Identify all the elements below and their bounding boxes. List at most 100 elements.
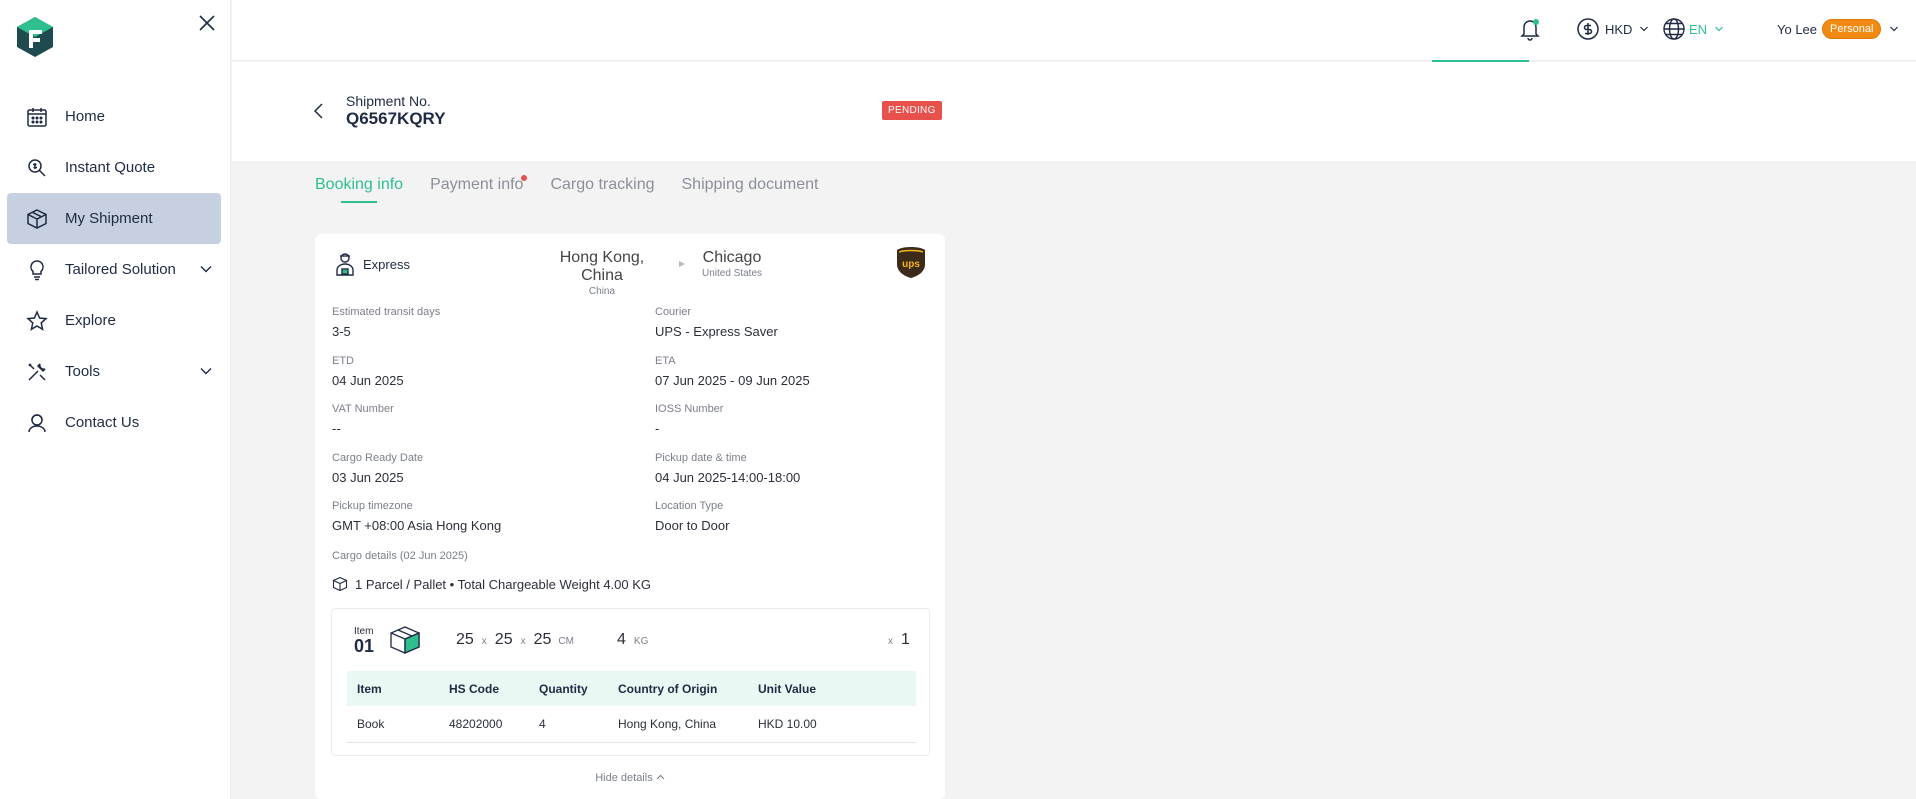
lightbulb-icon [25,258,49,282]
sidebar-item-my-shipment[interactable]: My Shipment [7,193,221,244]
service-label: Express [363,256,410,272]
chevron-down-icon[interactable] [199,262,213,276]
field-label: ETA [655,355,676,367]
quantity-multiplier: x [888,636,893,647]
cargo-summary: 1 Parcel / Pallet • Total Chargeable Wei… [332,576,651,592]
dollar-icon [1576,17,1600,41]
column-header: Quantity [529,671,608,706]
origin: Hong Kong, China China [537,249,667,297]
item-weight: 4 KG [617,631,648,649]
user-name: Yo Lee [1777,21,1818,37]
tab-payment-info[interactable]: Payment info [430,175,528,204]
sidebar-item-label: Tools [65,363,101,380]
field-value: Door to Door [655,518,730,533]
tab-cargo-tracking[interactable]: Cargo tracking [550,176,654,204]
dimension-separator: x [481,636,487,647]
tab-label: Shipping document [681,176,819,193]
field-courier: Courier UPS - Express Saver [655,306,778,339]
chevron-up-icon [656,772,665,784]
field-value: 04 Jun 2025-14:00-18:00 [655,470,801,485]
item-dimensions: 25 x 25 x 25 CM [456,631,574,649]
field-transit-days: Estimated transit days 3-5 [332,306,440,339]
tools-icon [25,360,49,384]
destination-country: United States [701,268,763,279]
shipment-tabs: Booking info Payment info Cargo tracking… [315,175,819,204]
bell-icon[interactable] [1517,16,1543,42]
dimension-separator: x [520,636,526,647]
field-value: - [655,421,660,436]
field-ioss-number: IOSS Number - [655,403,723,436]
field-value: 03 Jun 2025 [332,470,404,485]
sidebar-item-home[interactable]: Home [7,91,221,142]
app-logo[interactable] [16,16,54,58]
item-weight-value: 4 [617,631,626,648]
item-quantity-value: 1 [901,631,910,648]
field-pickup-timezone: Pickup timezone GMT +08:00 Asia Hong Kon… [332,500,501,533]
support-agent-icon [25,411,49,435]
tab-shipping-document[interactable]: Shipping document [682,176,819,204]
top-bar: HKD EN Yo Lee Personal [232,0,1916,61]
hide-details-toggle[interactable]: Hide details [315,772,945,784]
sidebar-item-label: Tailored Solution [65,261,176,278]
table-row: Book 48202000 4 Hong Kong, China HKD 10.… [347,706,916,743]
sidebar-item-tools[interactable]: Tools [7,346,221,397]
column-header: Item [347,671,439,706]
currency-selector[interactable]: HKD [1576,16,1649,42]
field-value: 07 Jun 2025 - 09 Jun 2025 [655,373,810,388]
field-pickup-datetime: Pickup date & time 04 Jun 2025-14:00-18:… [655,452,800,485]
booking-info-card: Express Hong Kong, China China Chicago U… [315,234,945,799]
language-selector[interactable]: EN [1662,16,1724,42]
cargo-details-title: Cargo details (02 Jun 2025) [332,550,468,562]
dimension-unit: CM [558,636,574,647]
sidebar-item-label: Home [65,108,106,125]
table-header-row: Item HS Code Quantity Country of Origin … [347,671,916,706]
service-type: Express [333,251,410,277]
back-arrow-icon[interactable] [312,102,326,120]
shipment-header [232,62,1916,161]
cargo-summary-text: 1 Parcel / Pallet • Total Chargeable Wei… [355,576,652,592]
field-value: UPS - Express Saver [655,324,778,339]
package-icon [389,625,421,655]
item-length: 25 [456,631,474,648]
table-cell: Hong Kong, China [608,706,748,743]
table-cell: HKD 10.00 [748,706,916,743]
chevron-down-icon[interactable] [199,364,213,378]
language-label: EN [1689,21,1708,37]
field-label: IOSS Number [655,403,724,415]
quote-search-icon [25,156,49,180]
sidebar-item-label: Explore [65,312,116,329]
currency-label: HKD [1605,21,1633,37]
item-declaration-table: Item HS Code Quantity Country of Origin … [347,671,916,743]
destination-city: Chicago [702,249,762,266]
star-icon [25,309,49,333]
field-eta: ETA 07 Jun 2025 - 09 Jun 2025 [655,355,810,388]
user-menu[interactable]: Yo Lee Personal [1777,18,1899,40]
table-cell: Book [347,706,439,743]
field-cargo-ready-date: Cargo Ready Date 03 Jun 2025 [332,452,423,485]
sidebar-item-label: Instant Quote [65,159,156,176]
field-vat-number: VAT Number -- [332,403,394,436]
ups-logo: ups [896,246,926,279]
field-label: Courier [655,306,692,318]
field-label: Pickup timezone [332,500,413,512]
origin-country: China [588,286,616,297]
sidebar-item-contact-us[interactable]: Contact Us [7,397,221,448]
sidebar-item-label: Contact Us [65,414,140,431]
field-value: -- [332,421,341,436]
cargo-item-box: Item 01 25 x 25 x 25 CM 4 KG x 1 Item HS… [331,608,930,756]
sidebar-item-explore[interactable]: Explore [7,295,221,346]
globe-icon [1662,17,1686,41]
close-sidebar-icon[interactable] [196,12,218,34]
destination: Chicago United States [697,249,767,279]
chevron-down-icon [1714,24,1724,34]
item-number: Item 01 [354,626,374,655]
tab-label: Payment info [430,176,524,193]
column-header: Unit Value [748,671,916,706]
tab-label: Cargo tracking [550,176,655,193]
tab-booking-info[interactable]: Booking info [315,176,403,204]
calendar-icon [25,105,49,129]
sidebar-item-tailored-solution[interactable]: Tailored Solution [7,244,221,295]
table-cell: 48202000 [439,706,529,743]
field-value: 04 Jun 2025 [332,373,404,388]
sidebar-item-instant-quote[interactable]: Instant Quote [7,142,221,193]
